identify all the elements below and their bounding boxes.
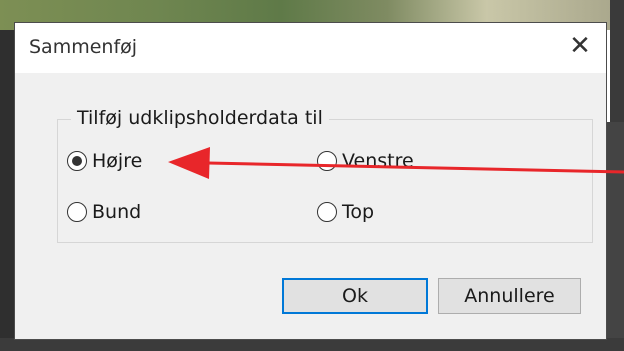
radio-right[interactable]: Højre: [67, 150, 142, 172]
cancel-button[interactable]: Annullere: [438, 278, 581, 314]
radio-top[interactable]: Top: [317, 201, 374, 223]
radio-right-indicator[interactable]: [67, 151, 87, 171]
close-button[interactable]: ✕: [554, 23, 606, 69]
dialog-client-area: Tilføj udklipsholderdata til Højre Venst…: [15, 73, 606, 339]
radio-left-indicator[interactable]: [317, 151, 337, 171]
radio-left-label: Venstre: [342, 150, 414, 172]
screenshot-stage: Sammenføj ✕ Tilføj udklipsholderdata til…: [0, 0, 624, 351]
ok-button[interactable]: Ok: [282, 278, 428, 314]
radio-left[interactable]: Venstre: [317, 150, 414, 172]
groupbox-title: Tilføj udklipsholderdata til: [71, 107, 329, 129]
background-app-left: [0, 30, 14, 351]
close-icon: ✕: [569, 31, 591, 61]
radio-bottom[interactable]: Bund: [67, 201, 141, 223]
radio-right-label: Højre: [92, 150, 143, 172]
dialog-title: Sammenføj: [29, 36, 138, 58]
radio-bottom-indicator[interactable]: [67, 202, 87, 222]
radio-selected-dot: [72, 156, 82, 166]
radio-bottom-label: Bund: [92, 201, 142, 223]
radio-top-indicator[interactable]: [317, 202, 337, 222]
radio-top-label: Top: [342, 201, 375, 223]
dialog-titlebar[interactable]: Sammenføj ✕: [15, 23, 606, 73]
merge-dialog: Sammenføj ✕ Tilføj udklipsholderdata til…: [14, 22, 607, 340]
background-app-right-lower: [606, 122, 624, 351]
paste-target-groupbox: [57, 119, 593, 243]
